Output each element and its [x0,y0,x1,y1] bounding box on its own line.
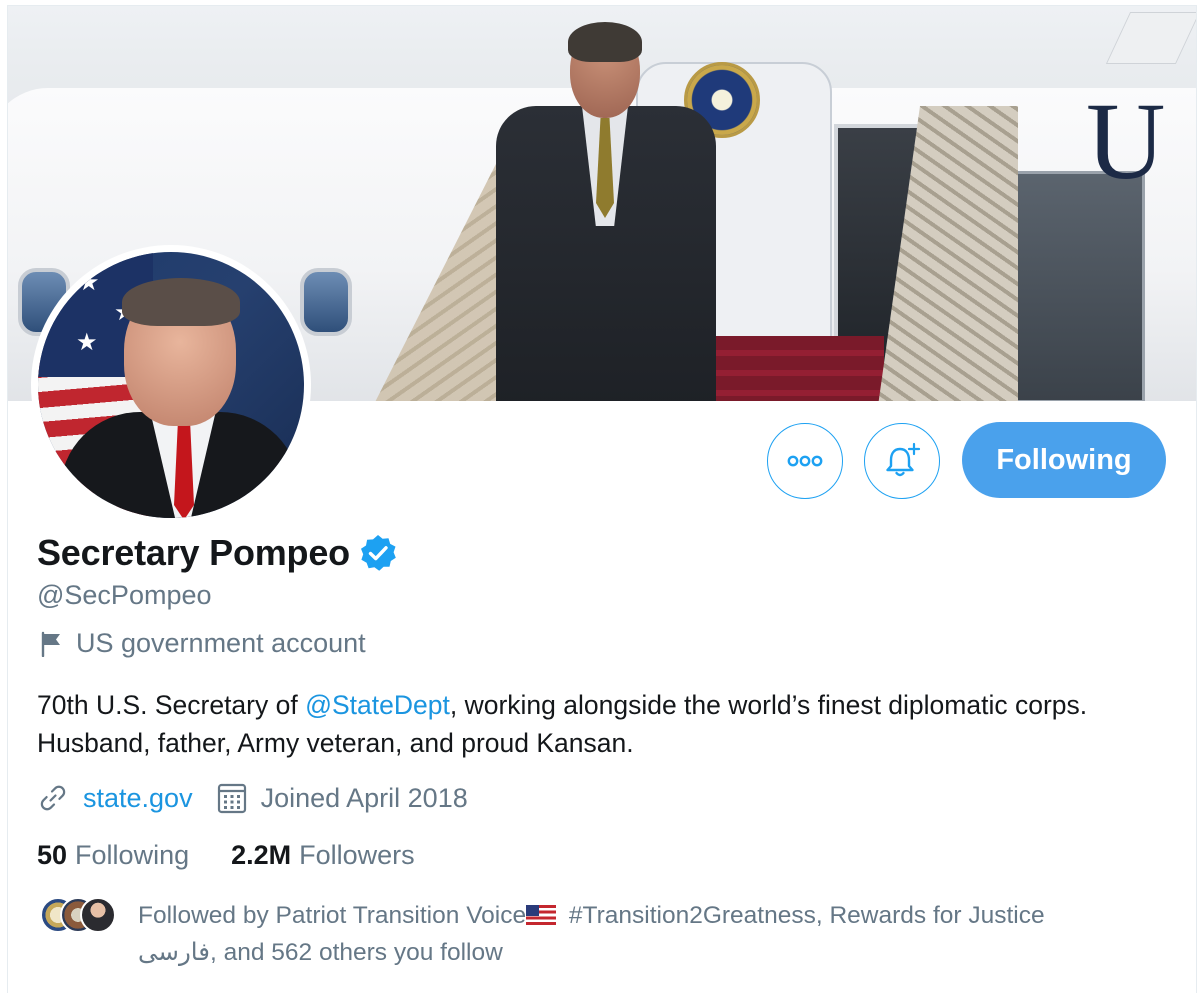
name-row: Secretary Pompeo [37,532,398,574]
account-label-text: US government account [76,628,366,658]
profile-meta: state.gov Joined April 2018 [37,782,468,814]
followers-count-link[interactable]: 2.2M Followers [231,840,415,871]
followers-you-know[interactable]: Followed by Patriot Transition Voice #Tr… [40,897,1158,971]
avatar-photo: ★ ★ ★ [38,252,304,518]
notifications-button[interactable] [864,423,940,499]
followed-by-text: Followed by Patriot Transition Voice #Tr… [138,897,1158,971]
us-flag-icon [526,905,557,925]
profile-avatar[interactable]: ★ ★ ★ [31,245,311,525]
mutual-avatars [40,897,120,937]
display-name: Secretary Pompeo [37,532,350,573]
joined-text: Joined April 2018 [260,782,468,813]
flag-icon [41,631,60,657]
followed-by-name: Patriot Transition Voice [275,902,527,929]
followed-by-others: فارسی, and 562 others you follow [138,939,503,966]
account-label: US government account [40,628,366,659]
profile-stats: 50 Following 2.2M Followers [37,840,415,871]
plane-tail [1105,12,1196,64]
followers-label: Followers [299,840,415,870]
following-label: Following [75,840,190,870]
plane-door-panel [1013,171,1145,401]
bio-mention-link[interactable]: @StateDept [305,690,450,720]
followed-by-prefix: Followed by [138,902,276,929]
banner-person [478,22,734,401]
following-button[interactable]: Following [962,422,1166,498]
plane-window [300,268,352,336]
followed-by-name: #Transition2Greatness, Rewards for Justi… [562,902,1045,929]
bio-text: 70th U.S. Secretary of [37,690,306,720]
followers-count: 2.2M [231,840,292,870]
following-count: 50 [37,840,68,870]
more-icon [787,455,823,467]
bell-plus-icon [886,442,921,477]
plane-lettering: U [1086,80,1166,202]
avatar [80,897,116,933]
calendar-icon [217,783,246,814]
joined-date: Joined April 2018 [217,782,468,814]
link-icon [40,785,66,811]
following-count-link[interactable]: 50 Following [37,840,189,871]
website-link[interactable]: state.gov [83,783,193,814]
verified-badge-icon [360,535,396,571]
more-options-button[interactable] [767,423,843,499]
handle: @SecPompeo [37,580,212,610]
profile-bio: 70th U.S. Secretary of @StateDept, worki… [37,686,1177,762]
